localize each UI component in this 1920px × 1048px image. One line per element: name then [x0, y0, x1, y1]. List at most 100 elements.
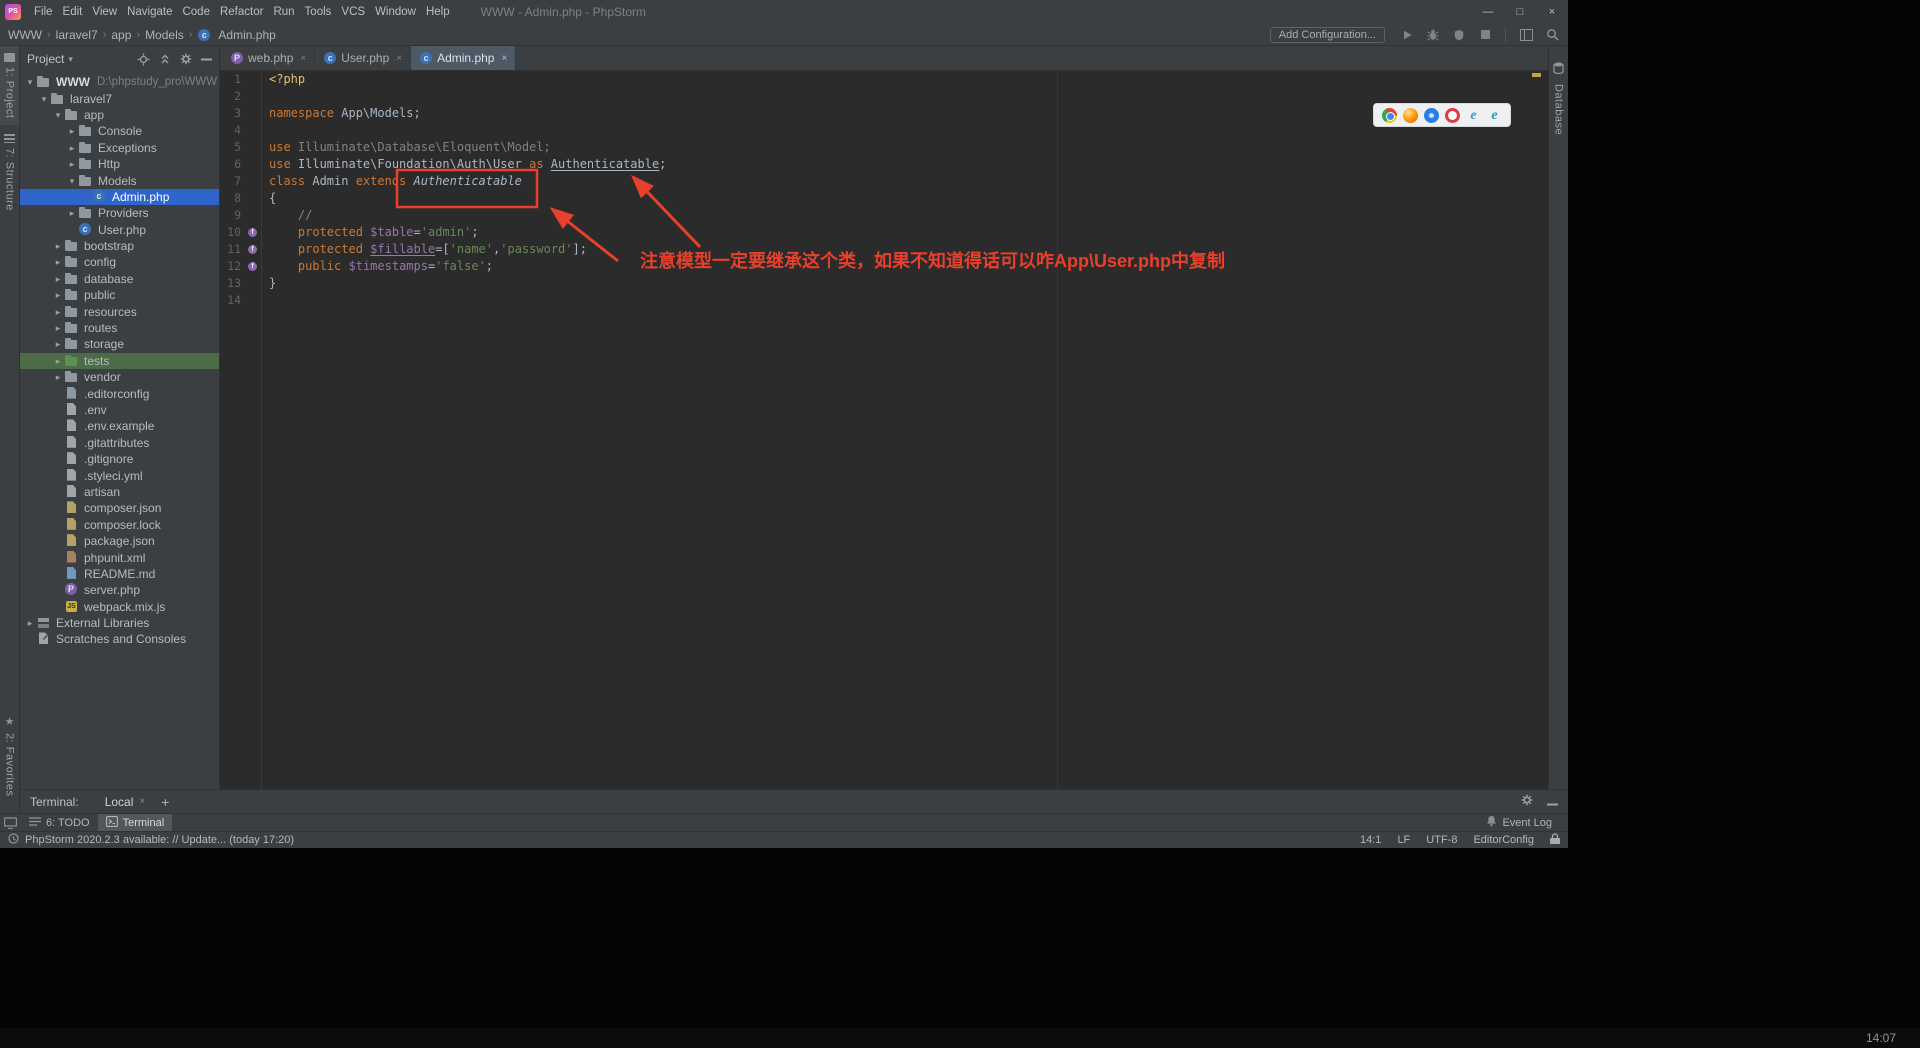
menu-view[interactable]: View: [87, 0, 122, 24]
breadcrumb-www[interactable]: WWW: [8, 28, 42, 42]
tree-item-external-libraries[interactable]: ▸ External Libraries: [20, 615, 219, 631]
breadcrumb-laravel7[interactable]: laravel7: [56, 28, 98, 42]
menu-window[interactable]: Window: [370, 0, 421, 24]
menu-refactor[interactable]: Refactor: [215, 0, 268, 24]
tool-window-quick-access-icon[interactable]: [0, 814, 21, 831]
menu-vcs[interactable]: VCS: [336, 0, 370, 24]
chevron-down-icon[interactable]: ▾: [52, 107, 64, 123]
tree-item-http[interactable]: ▸ Http: [20, 156, 219, 172]
encoding-widget[interactable]: UTF-8: [1426, 834, 1457, 846]
stop-button[interactable]: [1477, 27, 1493, 43]
chevron-right-icon[interactable]: ▸: [52, 287, 64, 303]
chevron-down-icon[interactable]: ▾: [38, 91, 50, 107]
code-line-4[interactable]: 4: [220, 122, 1548, 139]
firefox-browser-icon[interactable]: [1403, 107, 1418, 123]
coverage-shield-icon[interactable]: [1451, 27, 1467, 43]
tree-item-webpack-mix-js[interactable]: webpack.mix.js: [20, 599, 219, 615]
code-line-8[interactable]: 8{: [220, 190, 1548, 207]
maximize-button[interactable]: □: [1504, 0, 1536, 24]
tree-item-resources[interactable]: ▸ resources: [20, 303, 219, 319]
event-log-button[interactable]: Event Log: [1478, 815, 1560, 830]
tree-item-tests[interactable]: ▸ tests: [20, 352, 219, 370]
code-line-9[interactable]: 9 //: [220, 207, 1548, 224]
tree-item-editorconfig[interactable]: .editorconfig: [20, 385, 219, 401]
code-line-13[interactable]: 13}: [220, 275, 1548, 292]
tree-item-bootstrap[interactable]: ▸ bootstrap: [20, 238, 219, 254]
debug-bug-icon[interactable]: [1425, 27, 1441, 43]
hide-terminal-icon[interactable]: [1547, 793, 1558, 811]
tree-item-www[interactable]: ▾ WWW D:\phpstudy_pro\WWW: [20, 74, 219, 90]
caret-position-widget[interactable]: 14:1: [1360, 834, 1381, 846]
menu-run[interactable]: Run: [268, 0, 299, 24]
chevron-right-icon[interactable]: ▸: [66, 205, 78, 221]
code-line-5[interactable]: 5 use Illuminate\Database\Eloquent\Model;: [220, 139, 1548, 156]
chevron-right-icon[interactable]: ▸: [52, 254, 64, 270]
menu-file[interactable]: File: [29, 0, 58, 24]
window-layout-button[interactable]: [1518, 27, 1534, 43]
tree-item-env[interactable]: .env: [20, 402, 219, 418]
run-button[interactable]: [1399, 27, 1415, 43]
tree-item-public[interactable]: ▸ public: [20, 287, 219, 303]
tree-item-console[interactable]: ▸ Console: [20, 123, 219, 139]
code-line-10[interactable]: 10 protected $table='admin';: [220, 224, 1548, 241]
tree-item-database[interactable]: ▸ database: [20, 271, 219, 287]
chrome-browser-icon[interactable]: [1382, 107, 1397, 123]
terminal-tab-local[interactable]: Local ×: [105, 795, 146, 809]
chevron-right-icon[interactable]: ▸: [52, 336, 64, 352]
chevron-right-icon[interactable]: ▸: [52, 271, 64, 287]
tab-admin-php[interactable]: Admin.php ×: [411, 46, 517, 70]
tool-button-database[interactable]: Database: [1553, 54, 1565, 142]
menu-help[interactable]: Help: [421, 0, 455, 24]
code-line-14[interactable]: 14: [220, 292, 1548, 309]
close-terminal-tab-icon[interactable]: ×: [139, 796, 145, 807]
chevron-down-icon[interactable]: ▾: [66, 173, 78, 189]
project-panel-title[interactable]: Project: [27, 52, 64, 66]
code-line-2[interactable]: 2: [220, 88, 1548, 105]
chevron-right-icon[interactable]: ▸: [52, 238, 64, 254]
tree-item-storage[interactable]: ▸ storage: [20, 336, 219, 352]
tree-item-vendor[interactable]: ▸ vendor: [20, 369, 219, 385]
chevron-right-icon[interactable]: ▸: [66, 123, 78, 139]
tree-item-laravel7[interactable]: ▾ laravel7: [20, 90, 219, 106]
menu-code[interactable]: Code: [177, 0, 215, 24]
code-line-7[interactable]: 7 class Admin extends Authenticatable: [220, 173, 1548, 190]
tool-button-structure[interactable]: 7: Structure: [0, 127, 19, 218]
tree-item-composer-lock[interactable]: composer.lock: [20, 517, 219, 533]
search-everywhere-icon[interactable]: [1544, 27, 1560, 43]
tool-button-terminal[interactable]: Terminal: [97, 814, 173, 831]
tree-item-user-php[interactable]: User.php: [20, 222, 219, 238]
tree-item-config[interactable]: ▸ config: [20, 254, 219, 270]
tree-item-readme-md[interactable]: README.md: [20, 566, 219, 582]
tool-button-todo[interactable]: 6: TODO: [21, 814, 98, 831]
tree-item-package-json[interactable]: package.json: [20, 533, 219, 549]
tree-item-app[interactable]: ▾ app: [20, 107, 219, 123]
chevron-right-icon[interactable]: ▸: [52, 369, 64, 385]
code-line-1[interactable]: 1 <?php: [220, 71, 1548, 88]
menu-edit[interactable]: Edit: [58, 0, 88, 24]
add-configuration-button[interactable]: Add Configuration...: [1269, 26, 1385, 43]
tool-button-favorites[interactable]: ★ 2: Favorites: [0, 710, 19, 803]
breadcrumb-app[interactable]: app: [111, 28, 131, 42]
minimize-button[interactable]: —: [1472, 0, 1504, 24]
chevron-right-icon[interactable]: ▸: [24, 615, 36, 631]
code-line-6[interactable]: 6 use Illuminate\Foundation\Auth\User as …: [220, 156, 1548, 173]
opera-browser-icon[interactable]: [1445, 107, 1460, 123]
readonly-lock-icon[interactable]: [1550, 833, 1560, 847]
close-tab-icon[interactable]: ×: [501, 53, 507, 64]
tab-user-php[interactable]: User.php ×: [315, 46, 412, 70]
safari-browser-icon[interactable]: [1424, 107, 1439, 123]
close-tab-icon[interactable]: ×: [396, 53, 402, 64]
chevron-right-icon[interactable]: ▸: [66, 156, 78, 172]
new-terminal-tab-button[interactable]: +: [161, 795, 169, 809]
tree-item-scratches-and-consoles[interactable]: Scratches and Consoles: [20, 631, 219, 647]
tree-item-styleci-yml[interactable]: .styleci.yml: [20, 467, 219, 483]
menu-navigate[interactable]: Navigate: [122, 0, 177, 24]
tree-item-exceptions[interactable]: ▸ Exceptions: [20, 140, 219, 156]
line-ending-widget[interactable]: LF: [1397, 834, 1410, 846]
menu-tools[interactable]: Tools: [300, 0, 337, 24]
close-button[interactable]: ×: [1536, 0, 1568, 24]
code-line-3[interactable]: 3 namespace App\Models;: [220, 105, 1548, 122]
locate-file-icon[interactable]: [137, 52, 150, 66]
chevron-right-icon[interactable]: ▸: [52, 320, 64, 336]
tab-web-php[interactable]: web.php ×: [222, 46, 316, 70]
